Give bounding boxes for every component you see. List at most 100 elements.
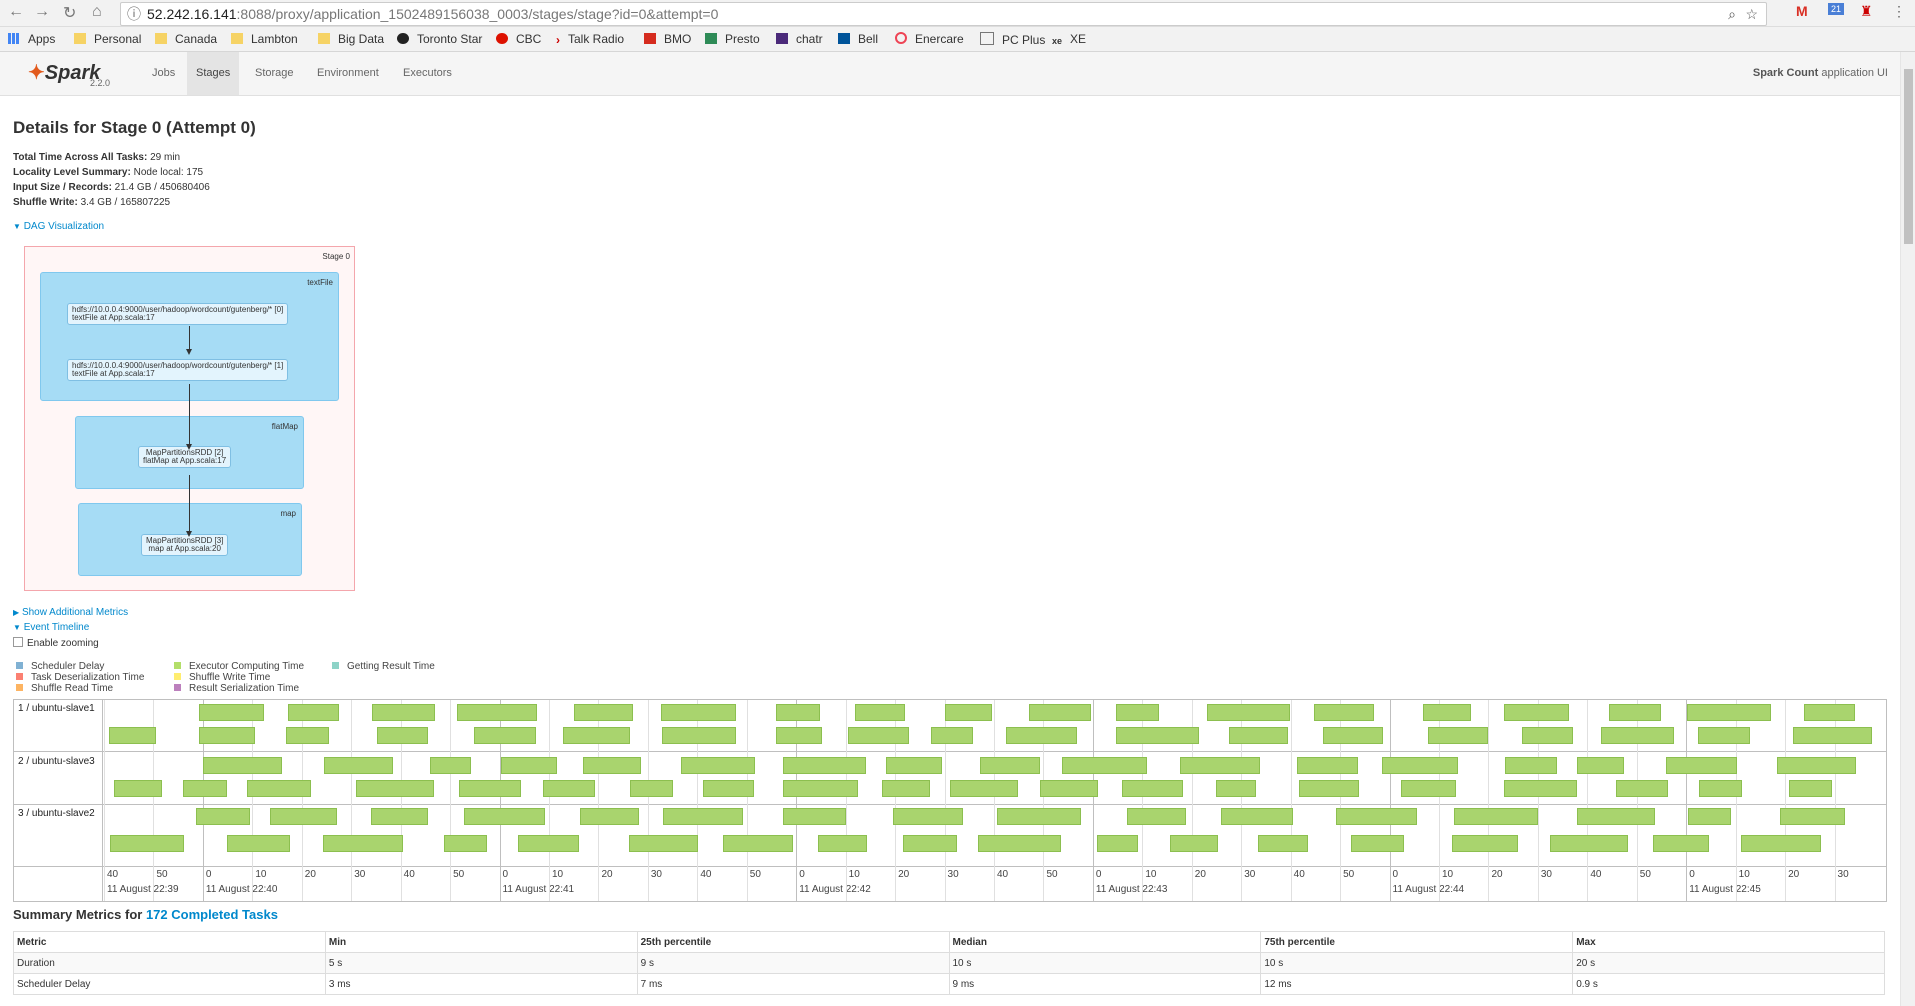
- task-bar[interactable]: [1062, 757, 1147, 774]
- task-bar[interactable]: [1608, 704, 1662, 721]
- task-bar[interactable]: [458, 780, 521, 797]
- task-bar[interactable]: [1297, 757, 1359, 774]
- task-bar[interactable]: [1780, 808, 1846, 825]
- calendar-icon[interactable]: 21: [1828, 3, 1845, 15]
- task-bar[interactable]: [1428, 727, 1489, 744]
- bookmark-xe[interactable]: xe XE: [1052, 32, 1086, 46]
- task-bar[interactable]: [1323, 727, 1383, 744]
- task-bar[interactable]: [848, 727, 909, 744]
- task-bar[interactable]: [285, 727, 330, 744]
- bookmark-toronto-star[interactable]: Toronto Star: [397, 32, 482, 46]
- task-bar[interactable]: [1698, 780, 1743, 797]
- task-bar[interactable]: [1687, 808, 1732, 825]
- task-bar[interactable]: [203, 757, 282, 774]
- bookmark-canada[interactable]: Canada: [155, 32, 217, 46]
- tab-executors[interactable]: Executors: [394, 52, 461, 95]
- tab-stages[interactable]: Stages: [187, 52, 240, 95]
- bookmark-apps[interactable]: Apps: [8, 32, 55, 46]
- task-bar[interactable]: [1577, 808, 1655, 825]
- task-bar[interactable]: [1550, 835, 1628, 852]
- event-timeline[interactable]: 1 / ubuntu-slave1 2 / ubuntu-slave3 3 / …: [13, 699, 1887, 902]
- task-bar[interactable]: [562, 727, 630, 744]
- task-bar[interactable]: [457, 704, 537, 721]
- task-bar[interactable]: [882, 780, 930, 797]
- task-bar[interactable]: [1741, 835, 1822, 852]
- task-bar[interactable]: [782, 757, 866, 774]
- task-bar[interactable]: [1686, 704, 1771, 721]
- task-bar[interactable]: [1215, 780, 1257, 797]
- task-bar[interactable]: [583, 757, 641, 774]
- task-bar[interactable]: [324, 757, 394, 774]
- bookmark-presto[interactable]: Presto: [705, 32, 760, 46]
- address-bar[interactable]: ⓘ 52.242.16.141:8088/proxy/application_1…: [120, 2, 1767, 26]
- task-bar[interactable]: [1653, 835, 1709, 852]
- checkbox-icon[interactable]: [13, 637, 23, 647]
- dag-node-rdd2[interactable]: MapPartitionsRDD [2] flatMap at App.scala…: [138, 446, 232, 468]
- bookmark-personal[interactable]: Personal: [74, 32, 141, 46]
- task-bar[interactable]: [1350, 835, 1405, 852]
- task-bar[interactable]: [681, 757, 755, 774]
- tab-environment[interactable]: Environment: [308, 52, 388, 95]
- task-bar[interactable]: [517, 835, 579, 852]
- task-bar[interactable]: [270, 808, 338, 825]
- extension-icon[interactable]: ♜: [1860, 3, 1873, 20]
- task-bar[interactable]: [1615, 780, 1668, 797]
- task-bar[interactable]: [580, 808, 640, 825]
- task-bar[interactable]: [978, 835, 1062, 852]
- task-bar[interactable]: [1115, 727, 1199, 744]
- task-bar[interactable]: [1228, 727, 1289, 744]
- task-bar[interactable]: [1029, 704, 1092, 721]
- dag-node-rdd3[interactable]: MapPartitionsRDD [3] map at App.scala:20: [141, 534, 229, 556]
- bookmark-bell[interactable]: Bell: [838, 32, 878, 46]
- task-bar[interactable]: [775, 727, 822, 744]
- task-bar[interactable]: [1804, 704, 1855, 721]
- task-bar[interactable]: [199, 727, 256, 744]
- dag-node-rdd0[interactable]: hdfs://10.0.0.4:9000/user/hadoop/wordcou…: [67, 303, 289, 325]
- event-timeline-toggle[interactable]: ▼ Event Timeline: [13, 622, 89, 633]
- task-bar[interactable]: [703, 780, 754, 797]
- task-bar[interactable]: [1336, 808, 1418, 825]
- home-icon[interactable]: ⌂: [92, 3, 102, 21]
- gmail-icon[interactable]: M: [1796, 3, 1808, 19]
- bookmark-lambton[interactable]: Lambton: [231, 32, 298, 46]
- menu-icon[interactable]: ⋮: [1892, 3, 1906, 20]
- task-bar[interactable]: [574, 704, 633, 721]
- task-bar[interactable]: [818, 835, 868, 852]
- task-bar[interactable]: [1314, 704, 1375, 721]
- task-bar[interactable]: [542, 780, 596, 797]
- task-bar[interactable]: [663, 808, 744, 825]
- task-bar[interactable]: [287, 704, 339, 721]
- task-bar[interactable]: [1793, 727, 1872, 744]
- task-bar[interactable]: [474, 727, 536, 744]
- task-bar[interactable]: [1521, 727, 1574, 744]
- dag-node-rdd1[interactable]: hdfs://10.0.0.4:9000/user/hadoop/wordcou…: [67, 359, 289, 381]
- task-bar[interactable]: [500, 757, 557, 774]
- task-bar[interactable]: [370, 808, 428, 825]
- task-bar[interactable]: [776, 704, 820, 721]
- task-bar[interactable]: [1665, 757, 1737, 774]
- task-bar[interactable]: [1382, 757, 1458, 774]
- task-bar[interactable]: [429, 757, 471, 774]
- task-bar[interactable]: [945, 704, 993, 721]
- task-bar[interactable]: [1577, 757, 1625, 774]
- task-bar[interactable]: [1503, 704, 1569, 721]
- show-additional-metrics-toggle[interactable]: ▶ Show Additional Metrics: [13, 607, 128, 618]
- task-bar[interactable]: [227, 835, 290, 852]
- bookmark-cbc[interactable]: CBC: [496, 32, 541, 46]
- task-bar[interactable]: [1453, 808, 1539, 825]
- bookmark-talk-radio[interactable]: › Talk Radio: [556, 32, 624, 47]
- back-icon[interactable]: ←: [8, 3, 24, 21]
- bookmark-star-icon[interactable]: ☆: [1745, 3, 1758, 25]
- bookmark-enercare[interactable]: Enercare: [895, 32, 964, 46]
- task-bar[interactable]: [195, 808, 250, 825]
- task-bar[interactable]: [783, 808, 846, 825]
- forward-icon[interactable]: →: [34, 3, 50, 21]
- page-scrollbar[interactable]: [1900, 52, 1915, 1006]
- task-bar[interactable]: [114, 780, 162, 797]
- task-bar[interactable]: [1206, 704, 1291, 721]
- task-bar[interactable]: [323, 835, 403, 852]
- tab-storage[interactable]: Storage: [246, 52, 303, 95]
- task-bar[interactable]: [949, 780, 1018, 797]
- bookmark-bmo[interactable]: BMO: [644, 32, 691, 46]
- task-bar[interactable]: [1180, 757, 1260, 774]
